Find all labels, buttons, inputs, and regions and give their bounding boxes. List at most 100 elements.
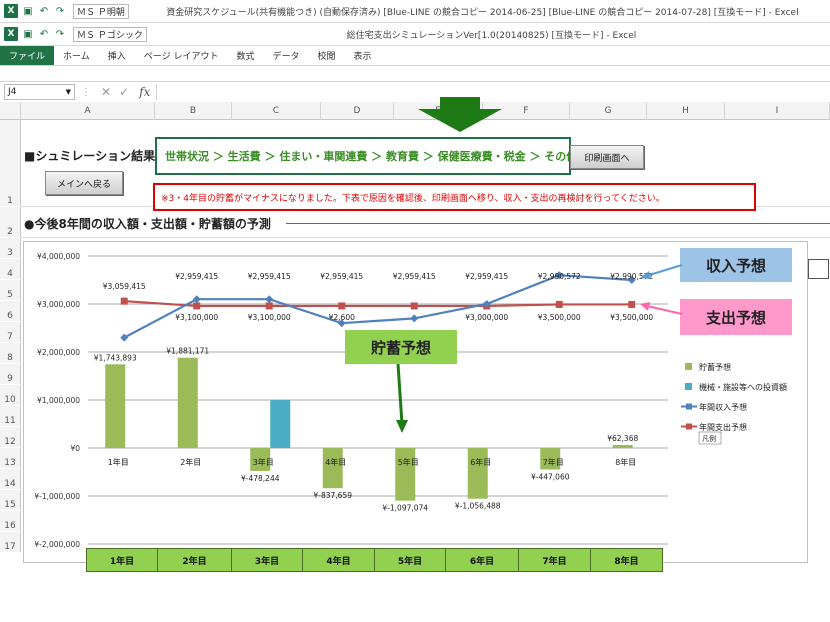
expense-point[interactable] <box>193 302 201 310</box>
investment-bar[interactable] <box>270 400 291 448</box>
savings-bar[interactable] <box>105 364 126 448</box>
column-header-d[interactable]: D <box>321 102 394 120</box>
savings-data-label: ¥1,743,893 <box>94 353 137 362</box>
expense-point[interactable] <box>628 300 636 308</box>
year-cell: 3年目 <box>231 548 303 572</box>
savings-data-label: ¥62,368 <box>607 434 638 443</box>
expense-point[interactable] <box>410 302 418 310</box>
expense-point[interactable] <box>120 297 128 305</box>
chevron-down-icon[interactable]: ▼ <box>66 88 71 96</box>
savings-bar[interactable] <box>467 448 488 499</box>
column-header-h[interactable]: H <box>647 102 725 120</box>
column-header-b[interactable]: B <box>155 102 232 120</box>
column-header-a[interactable]: A <box>21 102 155 120</box>
tab-formulas[interactable]: 数式 <box>227 46 263 65</box>
row-header[interactable]: 2 <box>0 207 21 237</box>
row-header[interactable]: 5 <box>0 280 21 300</box>
row-header[interactable]: 7 <box>0 322 21 342</box>
window1-title: 資金研究スケジュール(共有機能つき) (自動保存済み) [Blue-LINE の… <box>166 7 799 18</box>
redo-icon[interactable]: ↷ <box>53 27 67 41</box>
row-header[interactable]: 4 <box>0 259 21 279</box>
tab-home[interactable]: ホーム <box>54 46 99 65</box>
savings-data-label: ¥-1,097,074 <box>382 504 428 513</box>
y-tick-label: ¥4,000,000 <box>37 252 80 261</box>
income-callout-arrow-icon <box>640 264 683 279</box>
result-heading: ■シュミレーション結果 <box>24 149 156 163</box>
savings-bar[interactable] <box>177 357 198 448</box>
y-tick-label: ¥-1,000,000 <box>34 492 80 501</box>
category-label: 2年目 <box>180 457 201 467</box>
select-all-corner[interactable] <box>0 102 21 120</box>
row-header[interactable]: 17 <box>0 532 21 552</box>
row-header[interactable]: 8 <box>0 343 21 363</box>
row-header[interactable]: 14 <box>0 469 21 489</box>
expense-point[interactable] <box>555 300 563 308</box>
name-box[interactable]: J4 ▼ <box>4 84 75 100</box>
tab-file[interactable]: ファイル <box>0 46 55 65</box>
row-header[interactable]: 13 <box>0 448 21 468</box>
section-underline <box>286 223 830 224</box>
cancel-icon[interactable]: ✕ <box>101 85 111 99</box>
save-icon[interactable]: ▣ <box>21 27 35 41</box>
row-header[interactable]: 16 <box>0 511 21 531</box>
savings-bar[interactable] <box>395 448 416 501</box>
year-cell: 8年目 <box>590 548 663 572</box>
expense-callout-arrow-icon <box>640 302 683 315</box>
savings-bar[interactable] <box>322 448 343 489</box>
excel-icon: X <box>4 27 18 41</box>
y-tick-label: ¥0 <box>70 444 80 453</box>
row-header[interactable]: 11 <box>0 406 21 426</box>
tab-page-layout[interactable]: ページ レイアウト <box>135 46 228 65</box>
font-name-box[interactable]: ＭＳ Ｐ明朝 <box>73 3 129 19</box>
category-label: 6年目 <box>470 457 491 467</box>
font-name-box[interactable]: ＭＳ Ｐゴシック <box>73 26 147 42</box>
function-icon[interactable]: fx <box>139 85 150 99</box>
savings-data-label: ¥-1,056,488 <box>455 502 501 511</box>
undo-icon[interactable]: ↶ <box>37 4 51 18</box>
column-header-c[interactable]: C <box>232 102 321 120</box>
row-header[interactable]: 3 <box>0 238 21 258</box>
warning-message: ※3・4年目の貯蓄がマイナスになりました。下表で原因を確認後、印刷画面へ移り、収… <box>153 183 756 211</box>
row-header[interactable]: 9 <box>0 364 21 384</box>
expense-point[interactable] <box>338 302 346 310</box>
row-header[interactable]: 15 <box>0 490 21 510</box>
navigation-breadcrumb[interactable]: 世帯状況 ＞ 生活費 ＞ 住まい・車関連費 ＞ 教育費 ＞ 保健医療費・税金 ＞… <box>155 137 577 175</box>
projection-chart[interactable]: ¥4,000,000 ¥3,000,000 ¥2,000,000 ¥1,000,000… <box>23 241 808 563</box>
expense-point[interactable] <box>265 302 273 310</box>
tab-view[interactable]: 表示 <box>345 46 381 65</box>
undo-icon[interactable]: ↶ <box>37 27 51 41</box>
column-header-g[interactable]: G <box>570 102 647 120</box>
savings-callout: 貯蓄予想 <box>345 330 457 364</box>
row-header[interactable]: 1 <box>0 120 21 206</box>
y-tick-label: ¥3,000,000 <box>37 300 80 309</box>
category-label: 5年目 <box>398 457 419 467</box>
down-arrow-icon <box>418 97 502 132</box>
redo-icon[interactable]: ↷ <box>53 4 67 18</box>
category-label: 8年目 <box>615 457 636 467</box>
column-header-i[interactable]: I <box>725 102 830 120</box>
tab-review[interactable]: 校閲 <box>308 46 344 65</box>
excel-icon: X <box>4 4 18 18</box>
savings-data-label: ¥-447,060 <box>531 472 570 481</box>
y-tick-label: ¥1,000,000 <box>37 396 80 405</box>
year-cell: 2年目 <box>157 548 232 572</box>
print-screen-button[interactable]: 印刷画面へ <box>570 145 644 169</box>
legend-label: 年間収入予想 <box>699 402 747 412</box>
row-header[interactable]: 10 <box>0 385 21 405</box>
tab-data[interactable]: データ <box>263 46 308 65</box>
income-data-label: ¥2,990,572 <box>538 272 581 281</box>
income-data-label: ¥2,959,415 <box>320 272 363 281</box>
savings-data-label: ¥-478,244 <box>241 474 280 483</box>
tab-insert[interactable]: 挿入 <box>99 46 135 65</box>
enter-icon[interactable]: ✓ <box>119 85 129 99</box>
row-header[interactable]: 12 <box>0 427 21 447</box>
savings-bar[interactable] <box>612 445 633 448</box>
save-icon[interactable]: ▣ <box>21 4 35 18</box>
row-header[interactable]: 6 <box>0 301 21 321</box>
window2-title: 総住宅支出シミュレーションVer[1.0(20140825) [互換モード] -… <box>346 30 637 41</box>
year-cell: 7年目 <box>518 548 591 572</box>
y-tick-label: ¥-2,000,000 <box>34 540 80 549</box>
legend-label: 機械・施設等への投資額 <box>699 382 787 392</box>
active-cell-j4[interactable] <box>808 259 829 279</box>
back-to-main-button[interactable]: メインへ戻る <box>45 171 123 195</box>
